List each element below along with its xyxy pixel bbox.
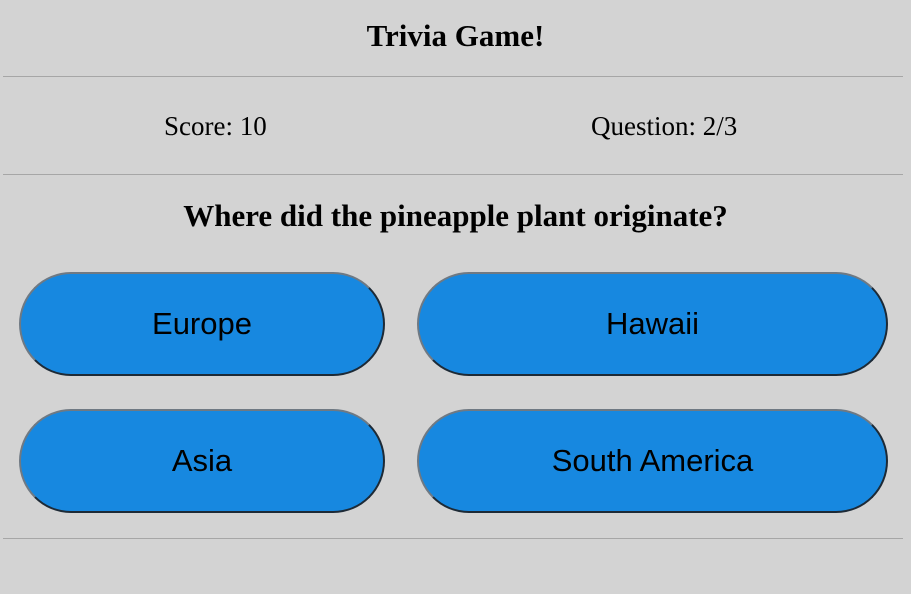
question-text: Where did the pineapple plant originate? xyxy=(183,198,728,233)
answer-button-south-america[interactable]: South America xyxy=(417,409,888,513)
divider-bottom xyxy=(3,538,903,539)
answer-button-asia[interactable]: Asia xyxy=(19,409,385,513)
page-title: Trivia Game! xyxy=(366,18,545,53)
answer-button-hawaii[interactable]: Hawaii xyxy=(417,272,888,376)
score-display: Score: 10 xyxy=(164,111,267,141)
question-counter: Question: 2/3 xyxy=(591,111,738,141)
answer-button-europe[interactable]: Europe xyxy=(19,272,385,376)
trivia-game-page: Trivia Game! Score: 10 Question: 2/3 Whe… xyxy=(0,0,911,594)
divider-top xyxy=(3,76,903,77)
divider-middle xyxy=(3,174,903,175)
